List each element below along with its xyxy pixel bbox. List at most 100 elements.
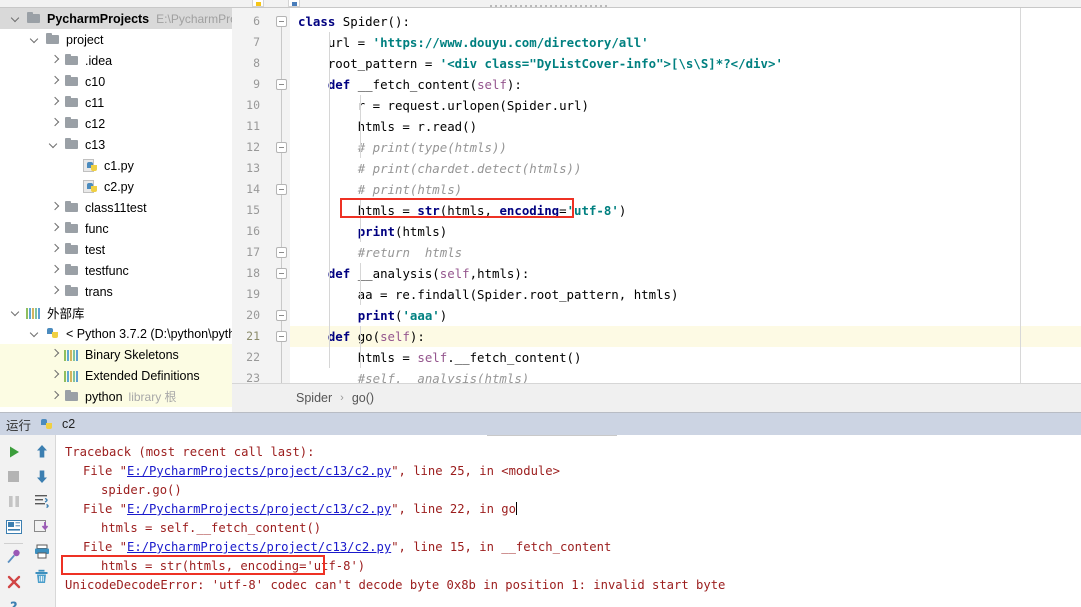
console-output[interactable]: Traceback (most recent call last): File "… <box>57 435 1081 607</box>
stop-icon[interactable] <box>0 464 27 489</box>
tree-row-c13[interactable]: c13 <box>0 134 232 155</box>
tree-row-trans[interactable]: trans <box>0 281 232 302</box>
code-line[interactable]: aa = re.findall(Spider.root_pattern, htm… <box>298 284 679 305</box>
chevron-right-icon[interactable] <box>44 77 64 86</box>
code-line[interactable]: def go(self): <box>298 326 425 347</box>
fold-toggle-icon[interactable] <box>276 331 287 342</box>
fold-toggle-icon[interactable] <box>276 184 287 195</box>
close-icon[interactable] <box>0 569 27 594</box>
code-line[interactable]: root_pattern = '<div class="DyListCover-… <box>298 53 783 74</box>
tree-row-project[interactable]: project <box>0 29 232 50</box>
chevron-right-icon[interactable] <box>44 287 64 296</box>
fold-toggle-icon[interactable] <box>276 247 287 258</box>
code-line[interactable]: # print(chardet.detect(htmls)) <box>298 158 582 179</box>
folder-icon <box>64 95 80 110</box>
code-line[interactable]: htmls = self.__fetch_content() <box>298 347 582 368</box>
chevron-right-icon[interactable] <box>44 203 64 212</box>
project-tool-window[interactable]: PycharmProjects E:\PycharmPro project .id… <box>0 8 232 412</box>
code-line[interactable]: print(htmls) <box>298 221 448 242</box>
run-toolbar-column-left[interactable]: ? <box>0 439 27 607</box>
chevron-right-icon[interactable] <box>44 224 64 233</box>
run-tool-window: 运行 c2 Traceback (most recent call last):… <box>0 412 1081 607</box>
tree-row-idea[interactable]: .idea <box>0 50 232 71</box>
breadcrumb-method[interactable]: go() <box>352 391 374 405</box>
tree-row-extended-definitions[interactable]: Extended Definitions <box>0 365 232 386</box>
code-text-area[interactable]: class Spider(): url = 'https://www.douyu… <box>290 8 1081 383</box>
tree-row-c2-py[interactable]: c2.py <box>0 176 232 197</box>
tree-row-test[interactable]: test <box>0 239 232 260</box>
code-line[interactable]: #return htmls <box>298 242 462 263</box>
code-editor[interactable]: 678910111213141516171819202122232425 cla… <box>232 8 1081 427</box>
fold-toggle-icon[interactable] <box>276 16 287 27</box>
up-arrow-icon[interactable] <box>28 439 55 464</box>
tree-item-label: python <box>85 389 123 404</box>
code-line[interactable]: def __analysis(self,htmls): <box>298 263 529 284</box>
folder-icon <box>64 242 80 257</box>
breadcrumb[interactable]: Spider › go() <box>232 383 1081 412</box>
tree-row-c12[interactable]: c12 <box>0 113 232 134</box>
tree-row-root[interactable]: PycharmProjects E:\PycharmPro <box>0 8 232 29</box>
toolbar-dashed-divider <box>490 5 610 7</box>
tree-row-c1-py[interactable]: c1.py <box>0 155 232 176</box>
run-toolbar-column-right[interactable] <box>28 439 55 589</box>
code-line[interactable]: print('aaa') <box>298 305 448 326</box>
chevron-down-icon[interactable] <box>44 140 64 149</box>
tree-row-python-3-7-2-d-python-pyth[interactable]: < Python 3.7.2 (D:\python\pyth <box>0 323 232 344</box>
help-icon[interactable]: ? <box>0 594 27 607</box>
soft-wrap-icon[interactable] <box>28 489 55 514</box>
code-line[interactable]: htmls = r.read() <box>298 116 477 137</box>
console-line: File "E:/PycharmProjects/project/c13/c2.… <box>83 502 517 516</box>
pin-icon[interactable] <box>0 544 27 569</box>
tree-row-func[interactable]: func <box>0 218 232 239</box>
run-toolbar[interactable]: ? <box>0 435 56 607</box>
code-line[interactable]: url = 'https://www.douyu.com/directory/a… <box>298 32 649 53</box>
chevron-down-icon[interactable] <box>25 329 45 338</box>
console-file-link[interactable]: E:/PycharmProjects/project/c13/c2.py <box>127 464 391 478</box>
chevron-right-icon[interactable] <box>44 350 64 359</box>
tree-row-c10[interactable]: c10 <box>0 71 232 92</box>
console-file-link[interactable]: E:/PycharmProjects/project/c13/c2.py <box>127 540 391 554</box>
trash-icon[interactable] <box>28 564 55 589</box>
chevron-right-icon[interactable] <box>44 392 64 401</box>
pause-icon[interactable] <box>0 489 27 514</box>
library-icon <box>64 368 80 383</box>
chevron-right-icon[interactable] <box>44 119 64 128</box>
code-line[interactable]: class Spider(): <box>298 11 410 32</box>
code-line[interactable]: r = request.urlopen(Spider.url) <box>298 95 589 116</box>
chevron-right-icon[interactable] <box>44 266 64 275</box>
breadcrumb-class[interactable]: Spider <box>296 391 332 405</box>
chevron-down-icon[interactable] <box>25 35 45 44</box>
run-configuration-name[interactable]: c2 <box>62 417 75 431</box>
console-file-link[interactable]: E:/PycharmProjects/project/c13/c2.py <box>127 502 391 516</box>
fold-toggle-icon[interactable] <box>276 310 287 321</box>
folder-icon <box>64 53 80 68</box>
code-line[interactable]: def __fetch_content(self): <box>298 74 522 95</box>
tree-row-c11[interactable]: c11 <box>0 92 232 113</box>
fold-toggle-icon[interactable] <box>276 268 287 279</box>
chevron-down-icon[interactable] <box>6 308 26 317</box>
chevron-right-icon[interactable] <box>44 56 64 65</box>
restore-layout-icon[interactable] <box>0 514 27 539</box>
fold-toggle-icon[interactable] <box>276 142 287 153</box>
code-line[interactable]: # print(htmls) <box>298 179 462 200</box>
down-arrow-icon[interactable] <box>28 464 55 489</box>
tree-row-class11test[interactable]: class11test <box>0 197 232 218</box>
chevron-right-icon[interactable] <box>44 371 64 380</box>
console-line: UnicodeDecodeError: 'utf-8' codec can't … <box>65 578 726 592</box>
tree-row-testfunc[interactable]: testfunc <box>0 260 232 281</box>
chevron-right-icon[interactable] <box>44 98 64 107</box>
export-icon[interactable] <box>28 514 55 539</box>
code-folding-gutter[interactable] <box>268 8 290 405</box>
fold-toggle-icon[interactable] <box>276 79 287 90</box>
run-icon[interactable] <box>0 439 27 464</box>
line-number: 18 <box>246 266 260 280</box>
project-tree[interactable]: project .idea c10 c11 c12 c13 c1.py c2.py class1… <box>0 29 232 407</box>
run-tab-bar[interactable]: 运行 c2 <box>0 413 1081 435</box>
chevron-down-icon[interactable] <box>6 14 26 23</box>
chevron-right-icon[interactable] <box>44 245 64 254</box>
tree-row-binary-skeletons[interactable]: Binary Skeletons <box>0 344 232 365</box>
code-line[interactable]: #self.__analysis(htmls) <box>298 368 530 383</box>
print-icon[interactable] <box>28 539 55 564</box>
tree-row-[interactable]: 外部库 <box>0 302 232 323</box>
tree-row-python[interactable]: python library 根 <box>0 386 232 407</box>
